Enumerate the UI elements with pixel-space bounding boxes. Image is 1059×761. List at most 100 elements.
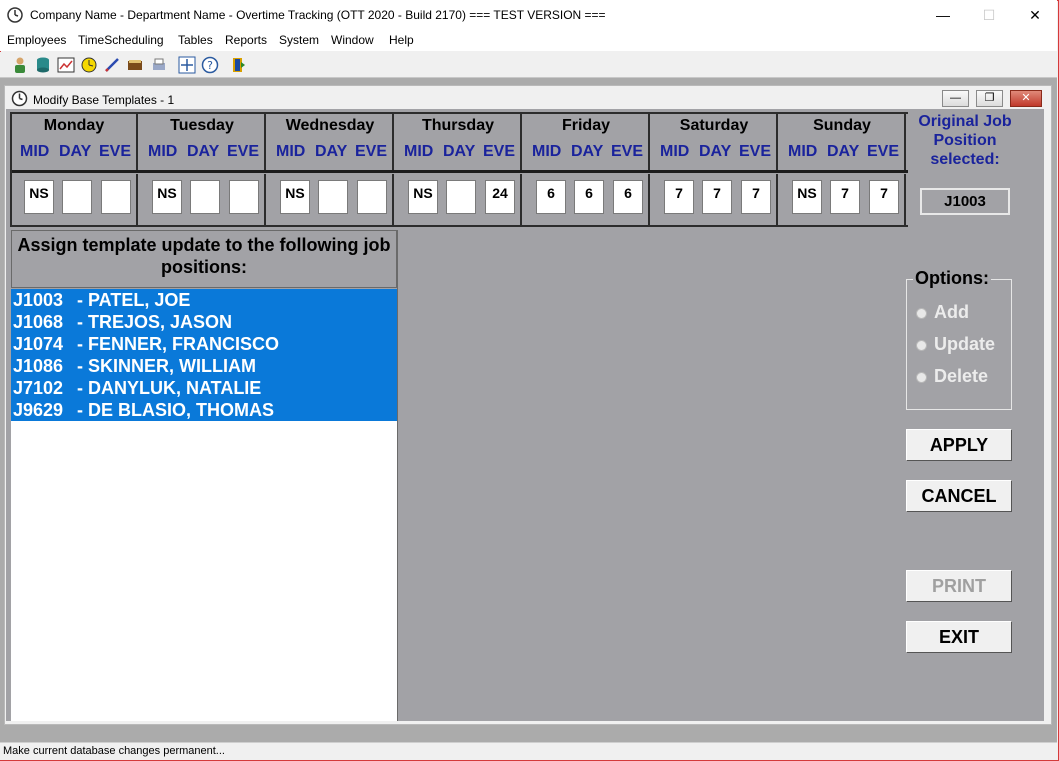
original-job-value: J1003 [920, 188, 1010, 215]
status-bar: Make current database changes permanent.… [0, 742, 1057, 760]
apply-button[interactable]: APPLY [906, 429, 1012, 461]
mid-value-field[interactable]: 7 [664, 180, 694, 214]
list-item[interactable]: J7102 - DANYLUK, NATALIE [11, 377, 397, 399]
clock-tool-icon[interactable] [80, 56, 98, 74]
list-item[interactable]: J1086 - SKINNER, WILLIAM [11, 355, 397, 377]
menu-window[interactable]: Window [331, 33, 374, 47]
eve-value-field[interactable]: 6 [613, 180, 643, 214]
minimize-button[interactable]: — [920, 0, 966, 30]
eve-value-field[interactable]: 7 [741, 180, 771, 214]
eve-value-field[interactable] [229, 180, 259, 214]
day-name: Monday [43, 117, 105, 134]
printer-icon[interactable] [150, 56, 168, 74]
shift-mid-label: MID [404, 143, 434, 160]
day-value-field[interactable] [62, 180, 92, 214]
exit-button[interactable]: EXIT [906, 621, 1012, 653]
maximize-button[interactable]: ☐ [966, 0, 1012, 30]
list-item[interactable]: J1068 - TREJOS, JASON [11, 311, 397, 333]
delete-radio[interactable] [916, 372, 927, 383]
day-name: Wednesday [285, 117, 375, 134]
shift-mid-label: MID [660, 143, 690, 160]
shift-day-label: DAY [571, 143, 604, 160]
shift-mid-label: MID [148, 143, 178, 160]
child-close-button[interactable]: ✕ [1010, 90, 1042, 107]
chart-icon[interactable] [57, 56, 75, 74]
exit-door-icon[interactable] [229, 56, 247, 74]
list-item[interactable]: J9629 - DE BLASIO, THOMAS [11, 399, 397, 421]
cancel-button[interactable]: CANCEL [906, 480, 1012, 512]
day-name: Sunday [813, 117, 871, 134]
eve-value-field[interactable]: 24 [485, 180, 515, 214]
shift-mid-label: MID [20, 143, 50, 160]
options-legend: Options: [913, 268, 991, 289]
database-icon[interactable] [34, 56, 52, 74]
day-header-thursday: Thursday MID DAY EVE [396, 112, 522, 170]
assign-header: Assign template update to the following … [11, 230, 397, 288]
job-employee-name: - DANYLUK, NATALIE [77, 378, 262, 398]
day-value-field[interactable] [190, 180, 220, 214]
menu-system[interactable]: System [279, 33, 319, 47]
job-positions-list[interactable]: J1003 - PATEL, JOE J1068 - TREJOS, JASON… [11, 289, 397, 721]
title-bar: Company Name - Department Name - Overtim… [0, 0, 1057, 30]
menu-tables[interactable]: Tables [178, 33, 213, 47]
day-values-friday: 6 6 6 [524, 174, 650, 226]
list-item[interactable]: J1074 - FENNER, FRANCISCO [11, 333, 397, 355]
menu-help[interactable]: Help [389, 33, 414, 47]
day-header-tuesday: Tuesday MID DAY EVE [140, 112, 266, 170]
eve-value-field[interactable] [101, 180, 131, 214]
delete-radio-label: Delete [934, 366, 989, 386]
move-icon[interactable] [178, 56, 196, 74]
day-header-sunday: Sunday MID DAY EVE [780, 112, 906, 170]
day-value-field[interactable] [318, 180, 348, 214]
shift-mid-label: MID [788, 143, 818, 160]
add-radio-label: Add [934, 302, 969, 322]
day-name: Thursday [421, 117, 494, 134]
job-id: J7102 [13, 378, 64, 398]
job-id: J1003 [13, 290, 64, 310]
grid-mid-border [12, 170, 908, 173]
print-button[interactable]: PRINT [906, 570, 1012, 602]
list-item[interactable]: J1003 - PATEL, JOE [11, 289, 397, 311]
mid-value-field[interactable]: NS [792, 180, 822, 214]
child-restore-button[interactable]: ❐ [976, 90, 1003, 107]
shift-day-label: DAY [187, 143, 220, 160]
shift-eve-label: EVE [227, 143, 260, 160]
day-name: Friday [561, 117, 610, 134]
menu-employees[interactable]: Employees [7, 33, 66, 47]
menu-timescheduling[interactable]: TimeScheduling [78, 33, 164, 47]
mid-value-field[interactable]: NS [24, 180, 54, 214]
shift-day-label: DAY [443, 143, 476, 160]
shift-mid-label: MID [532, 143, 562, 160]
eve-value-field[interactable] [357, 180, 387, 214]
day-values-saturday: 7 7 7 [652, 174, 778, 226]
eve-value-field[interactable]: 7 [869, 180, 899, 214]
add-radio[interactable] [916, 308, 927, 319]
day-values-wednesday: NS [268, 174, 394, 226]
update-radio[interactable] [916, 340, 927, 351]
day-value-field[interactable]: 7 [702, 180, 732, 214]
child-window-title: Modify Base Templates - 1 [33, 93, 175, 107]
shift-day-label: DAY [59, 143, 92, 160]
pen-icon[interactable] [103, 56, 121, 74]
employee-icon[interactable] [11, 56, 29, 74]
day-value-field[interactable] [446, 180, 476, 214]
child-minimize-button[interactable]: — [942, 90, 969, 107]
original-job-label: Original Job Position selected: [918, 113, 1012, 168]
shift-eve-label: EVE [867, 143, 900, 160]
day-values-monday: NS [12, 174, 138, 226]
day-header-monday: Monday MID DAY EVE [12, 112, 138, 170]
mid-value-field[interactable]: NS [280, 180, 310, 214]
mid-value-field[interactable]: 6 [536, 180, 566, 214]
mid-value-field[interactable]: NS [152, 180, 182, 214]
day-value-field[interactable]: 6 [574, 180, 604, 214]
help-icon[interactable]: ? [201, 56, 219, 74]
book-icon[interactable] [126, 56, 144, 74]
menu-bar: Employees TimeScheduling Tables Reports … [0, 30, 1057, 51]
menu-reports[interactable]: Reports [225, 33, 267, 47]
shift-eve-label: EVE [739, 143, 772, 160]
job-id: J1068 [13, 312, 64, 332]
shift-day-label: DAY [699, 143, 732, 160]
close-button[interactable]: ✕ [1012, 0, 1058, 30]
mid-value-field[interactable]: NS [408, 180, 438, 214]
day-value-field[interactable]: 7 [830, 180, 860, 214]
